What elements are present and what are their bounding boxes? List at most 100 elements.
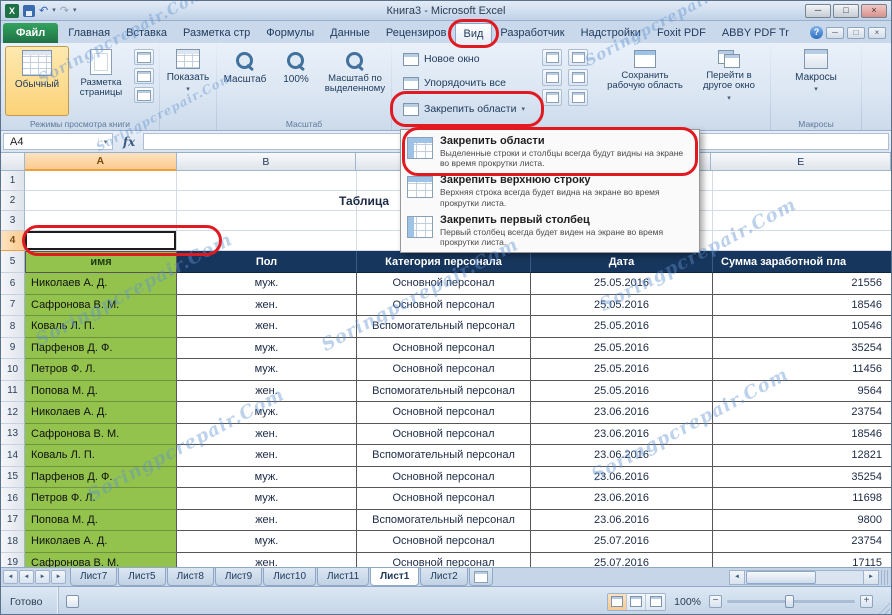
row-header-10[interactable]: 10 — [1, 359, 25, 381]
freeze-panes-button[interactable]: Закрепить области ▾ — [398, 98, 530, 120]
zoom-to-selection-button[interactable]: Масштаб по выделенному — [321, 46, 389, 95]
minimize-button[interactable]: ─ — [805, 4, 831, 18]
column-header-A[interactable]: A — [25, 153, 177, 171]
cell-C6[interactable]: Основной персонал — [357, 273, 531, 295]
cell-B5[interactable]: Пол — [177, 251, 357, 273]
workbook-restore-button[interactable]: □ — [847, 27, 865, 39]
scroll-left-icon[interactable]: ◄ — [729, 570, 745, 585]
sheet-tab-4[interactable]: Лист10 — [263, 568, 316, 586]
row-header-4[interactable]: 4 — [1, 231, 25, 251]
undo-icon[interactable]: ↶ — [39, 4, 48, 18]
cell-B3[interactable] — [177, 211, 357, 231]
cell-C10[interactable]: Основной персонал — [357, 359, 531, 381]
page-layout-button[interactable]: Разметка страницы — [71, 46, 131, 99]
page-break-toggle[interactable] — [646, 594, 665, 610]
row-header-6[interactable]: 6 — [1, 273, 25, 295]
cell-A19[interactable]: Сафронова В. М. — [25, 553, 177, 568]
cell-C16[interactable]: Основной персонал — [357, 488, 531, 510]
full-screen-button[interactable] — [134, 87, 154, 103]
cell-D18[interactable]: 25.07.2016 — [531, 531, 713, 553]
macro-record-icon[interactable] — [66, 595, 79, 608]
cell-D10[interactable]: 25.05.2016 — [531, 359, 713, 381]
cell-E4[interactable] — [713, 231, 891, 251]
sheet-tab-0[interactable]: Лист7 — [70, 568, 117, 586]
sheet-tab-6[interactable]: Лист1 — [370, 568, 419, 586]
row-header-7[interactable]: 7 — [1, 295, 25, 317]
workbook-minimize-button[interactable]: ─ — [826, 27, 844, 39]
cell-A13[interactable]: Сафронова В. М. — [25, 424, 177, 446]
cell-D17[interactable]: 23.06.2016 — [531, 510, 713, 532]
cell-C19[interactable]: Основной персонал — [357, 553, 531, 568]
row-header-19[interactable]: 19 — [1, 553, 25, 568]
zoom-level[interactable]: 100% — [674, 596, 701, 608]
cell-D5[interactable]: Дата — [531, 251, 713, 273]
freeze-menu-item-1[interactable]: Закрепить верхнюю строкуВерхняя строка в… — [403, 171, 697, 210]
cell-B12[interactable]: муж. — [177, 402, 357, 424]
cell-B15[interactable]: муж. — [177, 467, 357, 489]
cell-A16[interactable]: Петров Ф. Л. — [25, 488, 177, 510]
new-window-button[interactable]: Новое окно — [398, 48, 485, 70]
cell-D15[interactable]: 23.06.2016 — [531, 467, 713, 489]
first-sheet-icon[interactable]: ◄ — [3, 570, 18, 584]
sheet-tab-5[interactable]: Лист11 — [317, 568, 369, 586]
cell-B10[interactable]: муж. — [177, 359, 357, 381]
page-layout-toggle[interactable] — [627, 594, 646, 610]
cell-A17[interactable]: Попова М. Д. — [25, 510, 177, 532]
cell-C9[interactable]: Основной персонал — [357, 338, 531, 360]
cell-D8[interactable]: 25.05.2016 — [531, 316, 713, 338]
cell-A1[interactable] — [25, 171, 177, 191]
row-header-11[interactable]: 11 — [1, 381, 25, 403]
tab-splitter[interactable] — [881, 570, 889, 585]
undo-dropdown-icon[interactable]: ▾ — [52, 4, 56, 18]
ribbon-tab-9[interactable]: Надстройки — [573, 23, 649, 43]
close-button[interactable]: × — [861, 4, 887, 18]
name-box[interactable]: A4 ▾ — [3, 133, 113, 150]
switch-windows-button[interactable]: Перейти в другое окно ▾ — [692, 47, 766, 103]
column-header-E[interactable]: E — [711, 153, 891, 171]
sheet-tab-2[interactable]: Лист8 — [167, 568, 214, 586]
cell-D9[interactable]: 25.05.2016 — [531, 338, 713, 360]
cell-E10[interactable]: 11456 — [713, 359, 891, 381]
zoom-in-button[interactable]: + — [860, 595, 873, 608]
scroll-right-icon[interactable]: ► — [863, 570, 879, 585]
cell-A10[interactable]: Петров Ф. Л. — [25, 359, 177, 381]
qat-more-icon[interactable]: ▾ — [73, 4, 77, 18]
cell-E15[interactable]: 35254 — [713, 467, 891, 489]
cell-E18[interactable]: 23754 — [713, 531, 891, 553]
cell-A15[interactable]: Парфенов Д. Ф. — [25, 467, 177, 489]
custom-views-button[interactable] — [134, 68, 154, 84]
cell-B1[interactable] — [177, 171, 357, 191]
cell-B6[interactable]: муж. — [177, 273, 357, 295]
cell-A7[interactable]: Сафронова В. М. — [25, 295, 177, 317]
cell-B2[interactable] — [177, 191, 357, 211]
cell-A11[interactable]: Попова М. Д. — [25, 381, 177, 403]
reset-window-position-button[interactable] — [568, 89, 588, 106]
split-button[interactable] — [542, 49, 562, 66]
row-header-18[interactable]: 18 — [1, 531, 25, 553]
zoom-thumb[interactable] — [785, 595, 794, 608]
ribbon-tab-3[interactable]: Разметка стр — [175, 23, 258, 43]
maximize-button[interactable]: □ — [833, 4, 859, 18]
page-break-preview-button[interactable] — [134, 49, 154, 65]
cell-D13[interactable]: 23.06.2016 — [531, 424, 713, 446]
select-all-corner[interactable] — [1, 153, 25, 171]
cell-C15[interactable]: Основной персонал — [357, 467, 531, 489]
row-header-1[interactable]: 1 — [1, 171, 25, 191]
freeze-menu-item-0[interactable]: Закрепить областиВыделенные строки и сто… — [403, 132, 697, 171]
cell-B8[interactable]: жен. — [177, 316, 357, 338]
cell-C7[interactable]: Основной персонал — [357, 295, 531, 317]
normal-view-button[interactable]: Обычный — [5, 46, 69, 116]
scrollbar-track[interactable] — [745, 570, 863, 585]
save-icon[interactable] — [23, 5, 35, 17]
zoom-100-button[interactable]: 100% — [273, 46, 319, 85]
redo-icon[interactable]: ↷ — [60, 4, 69, 18]
cell-A18[interactable]: Николаев А. Д. — [25, 531, 177, 553]
cell-D6[interactable]: 25.05.2016 — [531, 273, 713, 295]
arrange-all-button[interactable]: Упорядочить все — [398, 72, 511, 94]
row-header-14[interactable]: 14 — [1, 445, 25, 467]
cell-C12[interactable]: Основной персонал — [357, 402, 531, 424]
save-workspace-button[interactable]: Сохранить рабочую область — [602, 47, 688, 92]
next-sheet-icon[interactable]: ► — [35, 570, 50, 584]
cell-D19[interactable]: 25.07.2016 — [531, 553, 713, 568]
zoom-out-button[interactable]: − — [709, 595, 722, 608]
